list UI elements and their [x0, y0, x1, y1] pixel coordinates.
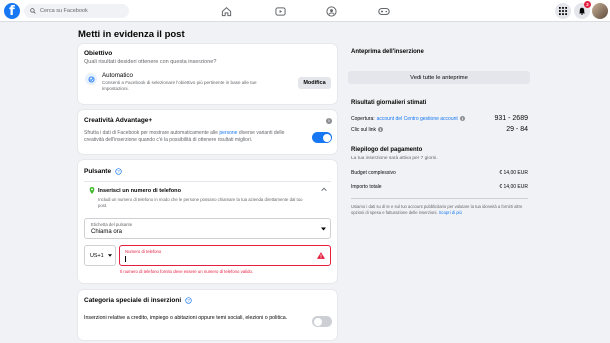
svg-text:?: ? — [188, 298, 191, 303]
objective-title: Obiettivo — [84, 50, 113, 57]
advantage-creative-title: Creatività Advantage+ — [84, 117, 153, 124]
budget-value: € 14,00 EUR — [499, 170, 528, 176]
budget-label: Budget complessivo — [351, 170, 396, 176]
ad-summary-panel: Anteprima dell'inserzione Vedi tutte le … — [345, 44, 533, 244]
accounts-center-link[interactable]: account del Centro gestione account — [377, 116, 458, 122]
phone-number-input[interactable]: Numero di telefono — [119, 245, 331, 266]
text-cursor — [125, 256, 126, 262]
automatic-option-icon — [85, 73, 97, 85]
phone-option-desc: Includi un numero di telefono in modo ch… — [98, 197, 303, 208]
gaming-icon[interactable] — [377, 4, 391, 18]
daily-results-title: Risultati giornalieri stimati — [351, 100, 427, 106]
people-link[interactable]: persone — [219, 130, 237, 136]
advantage-creative-card: Creatività Advantage+ i Sfrutta i dati d… — [78, 110, 337, 154]
chevron-up-icon[interactable] — [321, 187, 327, 194]
objective-question: Quali risultati desideri ottenere con qu… — [84, 59, 217, 65]
page-title: Metti in evidenza il post — [78, 29, 185, 40]
coverage-value: 931 - 2689 — [494, 115, 528, 122]
advantage-creative-toggle[interactable] — [312, 132, 332, 143]
caret-down-icon — [321, 227, 326, 233]
groups-icon[interactable] — [324, 4, 338, 18]
phone-input-label: Numero di telefono — [125, 249, 162, 254]
payment-subtitle: La tua inserzione sarà attiva per 7 gior… — [351, 156, 438, 161]
cta-select[interactable]: Etichetta del pulsante Chiama ora — [84, 218, 331, 239]
svg-text:?: ? — [117, 169, 120, 174]
info-circle-icon[interactable]: ? — [115, 168, 122, 175]
coverage-label: Copertura: account del Centro gestione a… — [351, 116, 465, 122]
footer-text: Usiamo i dati su di te e sul tuo account… — [351, 204, 523, 215]
clicks-label: Clic sul link — [351, 126, 384, 133]
automatic-option-desc: Consenti a Facebook di selezionare l'obi… — [102, 80, 257, 92]
main-nav — [0, 4, 610, 18]
clicks-label-text: Clic sul link — [351, 126, 377, 133]
country-code-value: US+1 — [90, 252, 104, 259]
notification-badge: 2 — [584, 1, 591, 8]
automatic-option-title: Automatico — [102, 72, 133, 79]
see-all-previews-button[interactable]: Vedi tutte le anteprime — [348, 71, 530, 84]
divider — [351, 198, 528, 199]
cta-select-value: Chiama ora — [91, 229, 123, 235]
info-icon[interactable] — [378, 127, 384, 132]
advantage-creative-desc: Sfrutta i dati di Facebook per mostrare … — [84, 130, 304, 144]
modify-objective-button[interactable]: Modifica — [298, 77, 331, 89]
payment-summary-title: Riepilogo del pagamento — [351, 147, 423, 153]
desc-text: Sfrutta i dati di Facebook per mostrare … — [84, 130, 220, 136]
total-value: € 14,00 EUR — [499, 184, 528, 190]
special-category-title: Categoria speciale di inserzioni — [84, 297, 182, 304]
top-navigation-bar: f Cerca su Facebook 2 — [0, 0, 610, 22]
cta-select-label: Etichetta del pulsante — [91, 222, 133, 227]
phone-error-text: Il numero di telefono fornito deve esser… — [120, 269, 254, 274]
warning-icon — [317, 252, 325, 261]
special-category-desc: Inserzioni relative a credito, impiego o… — [84, 315, 288, 321]
location-pin-icon — [89, 187, 95, 196]
clicks-value: 29 - 84 — [506, 126, 528, 133]
objective-card: Obiettivo Quali risultati desideri otten… — [78, 44, 337, 104]
button-card: Pulsante ? Inserisci un numero di telefo… — [78, 160, 337, 283]
preview-title: Anteprima dell'inserzione — [351, 49, 424, 55]
total-label: Importo totale — [351, 184, 382, 190]
avatar[interactable] — [592, 3, 608, 19]
button-section-title: Pulsante — [84, 168, 112, 175]
learn-more-link[interactable]: Scopri di più — [439, 210, 462, 215]
special-category-toggle[interactable] — [312, 316, 332, 327]
info-circle-icon[interactable]: ? — [185, 297, 192, 304]
caret-down-icon — [107, 254, 112, 257]
special-category-card: Categoria speciale di inserzioni ? Inser… — [78, 290, 337, 340]
info-icon[interactable] — [459, 116, 465, 121]
payment-footer: Usiamo i dati su di te e sul tuo account… — [351, 204, 528, 215]
watch-video-icon[interactable] — [273, 4, 287, 18]
info-icon[interactable]: i — [326, 118, 332, 124]
coverage-label-text: Copertura: — [351, 115, 375, 122]
menu-grid-icon[interactable] — [555, 3, 571, 19]
phone-option-title: Inserisci un numero di telefono — [98, 188, 181, 194]
home-icon[interactable] — [219, 4, 233, 18]
country-code-select[interactable]: US+1 — [84, 245, 116, 266]
